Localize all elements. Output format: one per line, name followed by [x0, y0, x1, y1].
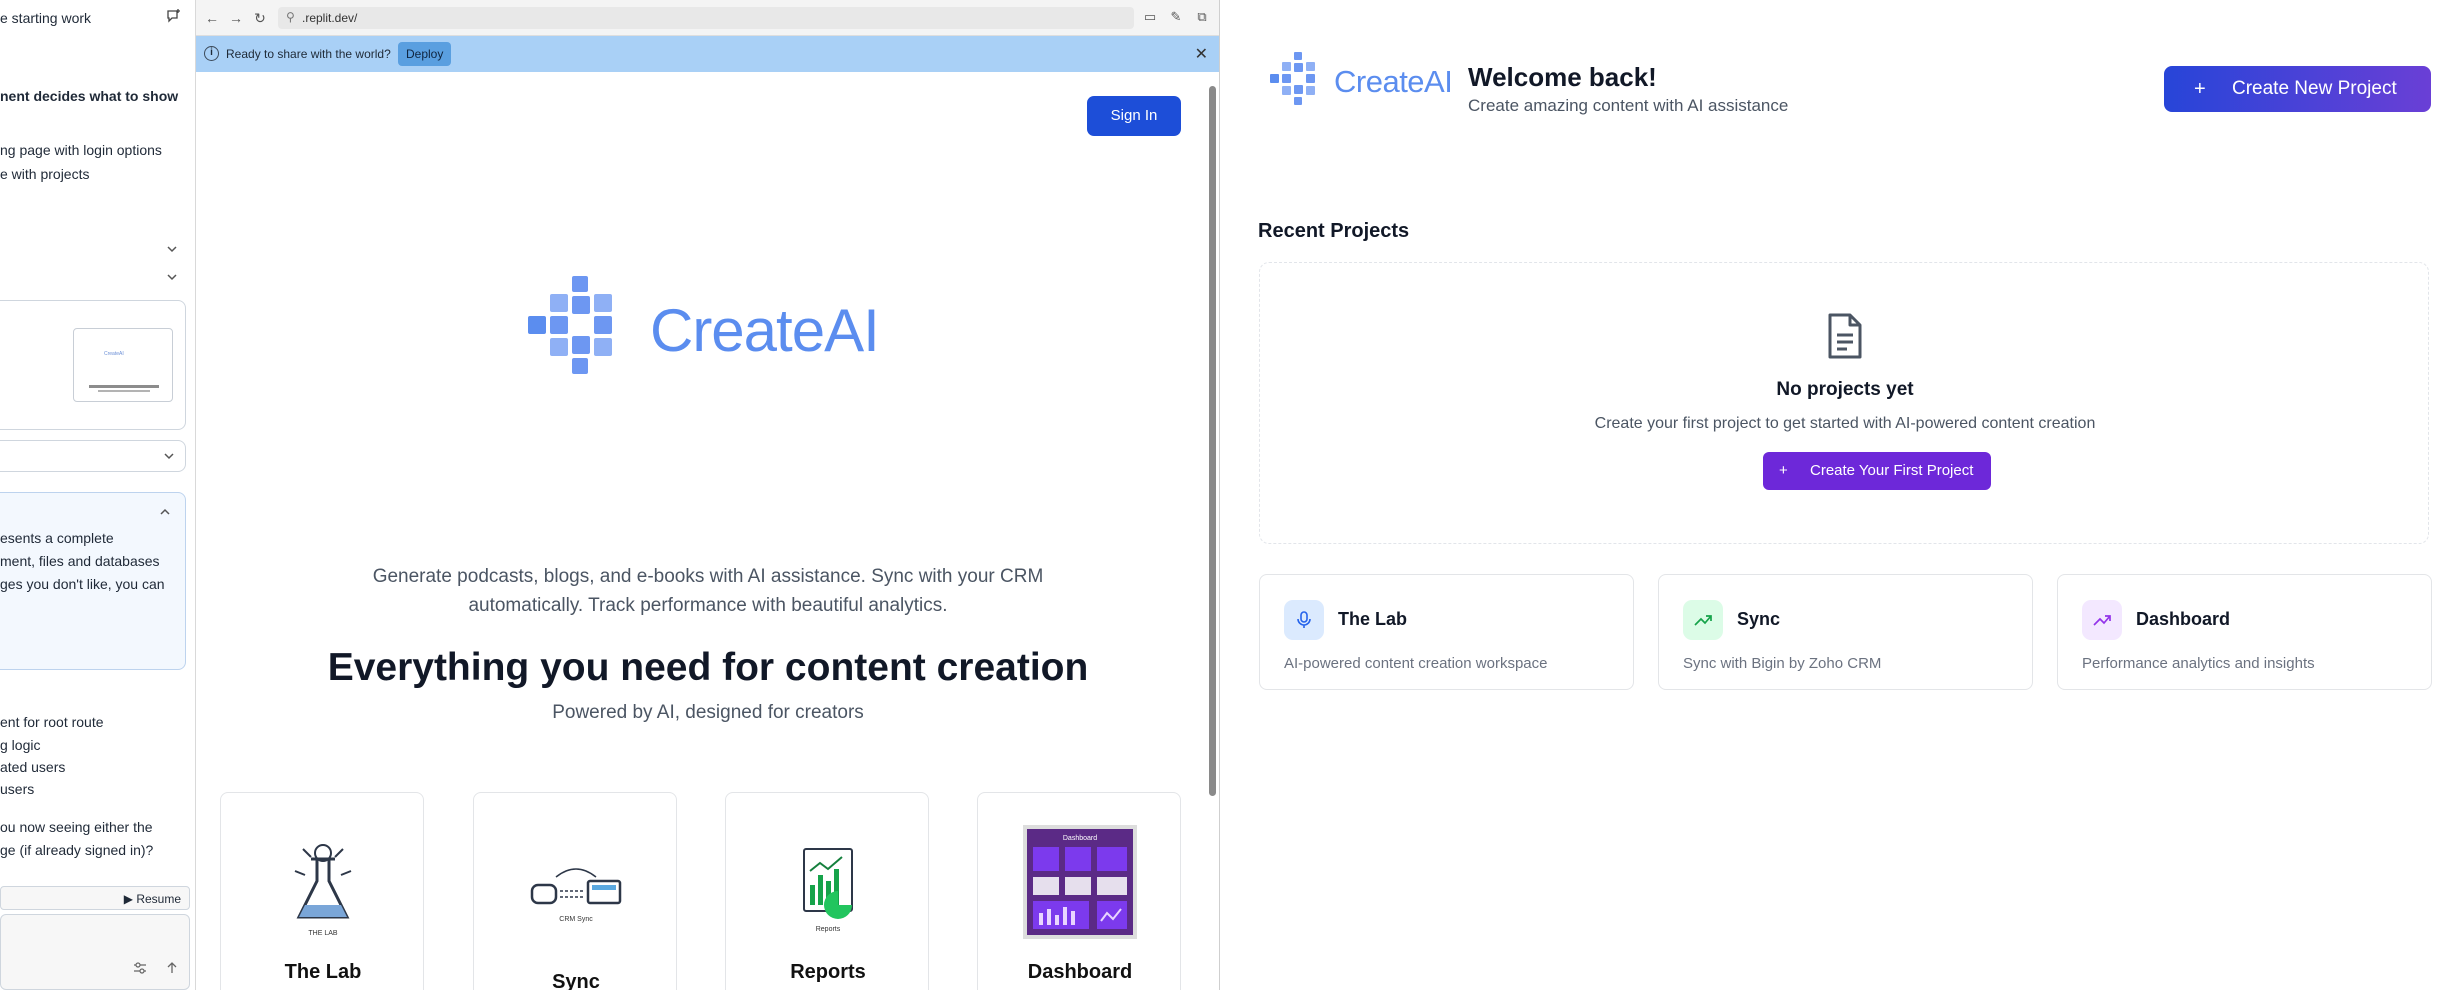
welcome-title: Welcome back!: [1468, 62, 1657, 92]
thumbnail-text: [89, 385, 159, 388]
chat-header-title: e starting work: [0, 10, 92, 26]
info-icon: i: [204, 46, 219, 61]
feature-title: Dashboard: [1027, 961, 1133, 983]
info-card-line: ges you don't like, you can: [0, 576, 165, 592]
welcome-subtitle: Create amazing content with AI assistanc…: [1468, 96, 1789, 115]
dashboard-preview-icon: Dashboard: [1023, 825, 1137, 939]
brand-wordmark: CreateAI: [1334, 64, 1453, 99]
info-card-line: esents a complete: [0, 530, 114, 546]
info-card-line: ment, files and databases: [0, 553, 160, 569]
thumbnail-text: [98, 390, 150, 392]
feature-title: The Lab: [284, 961, 362, 983]
hero-paragraph: Generate podcasts, blogs, and e-books wi…: [372, 566, 1044, 616]
plus-icon: +: [2194, 78, 2206, 100]
dashboard-app: CreateAI Welcome back! Create amazing co…: [1232, 0, 2445, 990]
empty-projects-state: No projects yet Create your first projec…: [1259, 262, 2429, 544]
feature-title: Sync: [552, 971, 600, 990]
chat-question-line: ou now seeing either the: [0, 819, 153, 835]
back-arrow-icon[interactable]: ←: [204, 10, 220, 26]
trending-up-icon: [2082, 600, 2122, 640]
dashboard-caption: Dashboard: [1063, 835, 1097, 842]
forward-arrow-icon[interactable]: →: [228, 10, 244, 26]
chevron-down-icon[interactable]: [165, 270, 179, 284]
chat-line: e with projects: [0, 166, 90, 182]
feature-card-lab[interactable]: THE LAB The Lab: [220, 792, 424, 990]
send-arrow-icon[interactable]: [165, 961, 179, 975]
thumbnail-brand: CreateAI: [104, 351, 124, 357]
chat-question-line: ge (if already signed in)?: [0, 842, 154, 858]
scrollbar[interactable]: [1209, 86, 1216, 796]
createai-logo-icon: [1270, 52, 1315, 105]
deploy-button[interactable]: Deploy: [398, 42, 452, 66]
close-icon[interactable]: ✕: [1195, 44, 1208, 64]
chevron-down-icon[interactable]: [165, 242, 179, 256]
reload-icon[interactable]: ↻: [252, 10, 268, 26]
empty-subtitle: Create your first project to get started…: [1594, 415, 2096, 432]
chat-line: nent decides what to show: [0, 88, 179, 104]
chat-line: ng page with login options: [0, 142, 162, 158]
feature-card-sync[interactable]: CRM Sync Sync: [473, 792, 677, 990]
url-text: .replit.dev/: [302, 11, 358, 25]
preview-browser: ← → ↻ ⚲ .replit.dev/ ▭ ✎ ⧉ i Ready to sh…: [196, 0, 1220, 990]
plus-icon: +: [1779, 462, 1788, 479]
sync-caption: CRM Sync: [559, 916, 593, 923]
card-description: AI-powered content creation workspace: [1284, 655, 1548, 672]
quick-card-sync[interactable]: Sync Sync with Bigin by Zoho CRM: [1658, 574, 2033, 690]
new-chat-icon[interactable]: [166, 8, 182, 24]
chat-input[interactable]: [0, 914, 190, 990]
chat-line: ent for root route: [0, 714, 104, 730]
external-link-icon[interactable]: ⧉: [1194, 9, 1210, 25]
card-description: Performance analytics and insights: [2082, 655, 2315, 672]
hero-subheading: Powered by AI, designed for creators: [552, 702, 864, 723]
banner-message: Ready to share with the world?: [226, 47, 391, 61]
url-field[interactable]: ⚲ .replit.dev/: [278, 7, 1134, 29]
create-new-project-button[interactable]: + Create New Project: [2164, 66, 2431, 112]
microphone-icon: [1284, 600, 1324, 640]
settings-sliders-icon[interactable]: [133, 961, 147, 975]
card-name: Dashboard: [2136, 609, 2231, 629]
hero-heading: Everything you need for content creation: [327, 646, 1089, 689]
empty-title: No projects yet: [1776, 379, 1914, 400]
lab-caption: THE LAB: [308, 930, 338, 937]
lab-flask-icon: THE LAB: [294, 844, 352, 937]
chat-line: ated users: [0, 759, 66, 775]
sign-in-button[interactable]: Sign In: [1087, 96, 1181, 136]
feature-card-dashboard[interactable]: Dashboard Dashboard: [977, 792, 1181, 990]
card-description: Sync with Bigin by Zoho CRM: [1683, 655, 1882, 672]
wrench-icon[interactable]: ✎: [1168, 9, 1184, 25]
screenshot-thumbnail[interactable]: CreateAI: [73, 328, 173, 402]
recent-projects-title: Recent Projects: [1258, 220, 1410, 242]
chat-line: users: [0, 781, 35, 797]
deploy-banner: i Ready to share with the world? Deploy …: [196, 36, 1219, 72]
address-bar: ← → ↻ ⚲ .replit.dev/ ▭ ✎ ⧉: [196, 0, 1219, 36]
link-icon: ⚲: [286, 10, 295, 24]
chevron-down-icon[interactable]: [162, 449, 176, 463]
create-new-project-label: Create New Project: [2232, 78, 2397, 99]
feature-card-reports[interactable]: Reports Reports: [725, 792, 929, 990]
crm-sync-icon: CRM Sync: [530, 868, 622, 923]
collapsed-card[interactable]: [0, 440, 186, 472]
card-name: The Lab: [1338, 609, 1408, 629]
quick-card-dashboard[interactable]: Dashboard Performance analytics and insi…: [2057, 574, 2432, 690]
trending-up-icon: [1683, 600, 1723, 640]
reports-caption: Reports: [816, 926, 841, 933]
agent-chat-panel: e starting work nent decides what to sho…: [0, 0, 196, 990]
resume-button[interactable]: ▶ Resume: [0, 886, 190, 910]
feature-title: Reports: [790, 961, 866, 983]
resume-label: ▶ Resume: [123, 892, 181, 906]
devices-icon[interactable]: ▭: [1142, 9, 1158, 25]
create-first-project-button[interactable]: + Create Your First Project: [1763, 452, 1991, 490]
quick-card-lab[interactable]: The Lab AI-powered content creation work…: [1259, 574, 1634, 690]
brand-wordmark: CreateAI: [650, 297, 880, 364]
card-name: Sync: [1737, 609, 1781, 629]
create-first-project-label: Create Your First Project: [1810, 462, 1974, 479]
chat-line: g logic: [0, 737, 41, 753]
chevron-up-icon[interactable]: [158, 505, 172, 519]
reports-chart-icon: Reports: [803, 848, 853, 933]
deploy-label: Deploy: [406, 47, 444, 61]
document-icon: [1828, 313, 1862, 359]
